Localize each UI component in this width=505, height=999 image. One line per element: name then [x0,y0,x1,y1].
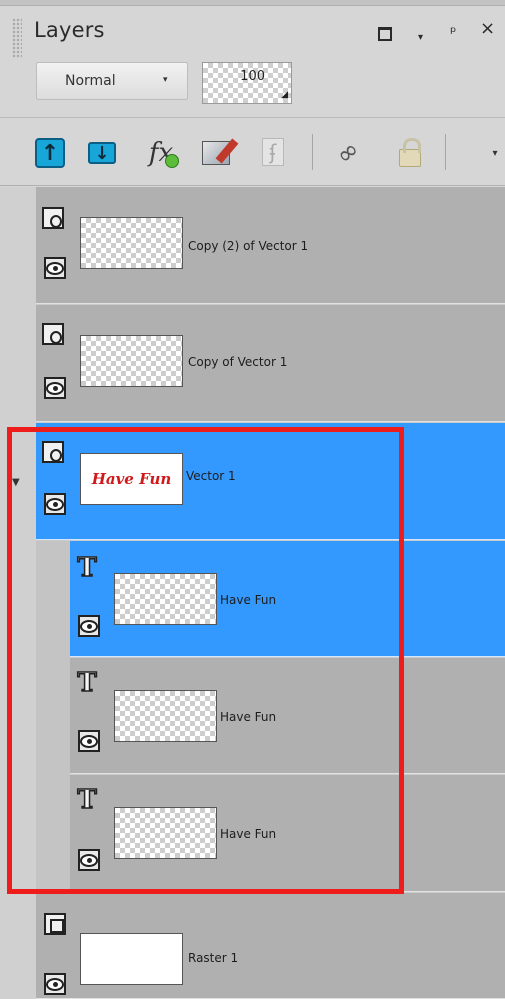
divider [445,134,446,170]
opacity-value: 100 [240,69,265,84]
layer-row[interactable]: T Have Fun [70,775,505,892]
blend-mode-value: Normal [65,73,116,89]
vector-layer-icon [42,441,64,463]
expand-arrow-icon[interactable]: ▼ [12,477,20,488]
group-indent-gutter [36,541,70,892]
lock-icon[interactable] [395,138,425,168]
layer-list-gutter [0,187,36,999]
layer-thumbnail [114,690,217,742]
visibility-eye-icon[interactable] [78,849,100,871]
move-down-icon[interactable]: ↓ [87,138,117,168]
layer-thumbnail [80,335,183,387]
layer-name: Copy of Vector 1 [188,355,288,369]
thumbnail-text: Have Fun [91,470,172,488]
visibility-eye-icon[interactable] [44,493,66,515]
vector-layer-icon [42,207,64,229]
panel-grip-handle[interactable] [12,18,22,58]
restore-icon[interactable] [378,27,392,41]
opacity-field[interactable]: 100 ◢ [202,62,292,104]
edit-layer-icon[interactable] [201,138,231,168]
layer-name: Raster 1 [188,951,239,965]
layer-name: Have Fun [220,710,277,724]
visibility-eye-icon[interactable] [78,615,100,637]
layer-name: Have Fun [220,593,277,607]
text-layer-icon: T [77,784,98,816]
layer-list: Copy (2) of Vector 1 Copy of Vector 1 ▼ … [0,187,505,999]
visibility-eye-icon[interactable] [78,730,100,752]
mask-icon[interactable]: ʄ [262,138,284,166]
move-up-icon[interactable]: ↑ [35,138,65,168]
layer-row[interactable]: Raster 1 [36,893,505,999]
panel-title: Layers [34,18,105,42]
layer-name: Vector 1 [186,469,236,483]
layer-thumbnail [114,807,217,859]
layer-row-selected[interactable]: Have Fun Vector 1 [36,423,505,540]
blend-mode-dropdown[interactable]: Normal ▾ [36,62,188,100]
chevron-down-icon: ▾ [163,75,168,85]
layer-row[interactable]: T Have Fun [70,658,505,774]
layer-name: Have Fun [220,827,277,841]
visibility-eye-icon[interactable] [44,973,66,995]
text-layer-icon: T [77,667,98,699]
layer-thumbnail: Have Fun [80,453,183,505]
more-dropdown-icon[interactable]: ▾ [480,138,505,168]
layer-row[interactable]: Copy (2) of Vector 1 [36,187,505,304]
visibility-eye-icon[interactable] [44,377,66,399]
visibility-eye-icon[interactable] [44,257,66,279]
text-layer-icon: T [77,552,98,584]
panel-menu-icon[interactable]: ▾ [418,28,423,48]
vector-layer-icon [42,323,64,345]
panel-top-border [0,0,505,6]
layer-thumbnail [80,933,183,985]
layer-thumbnail [114,573,217,625]
layer-effects-icon[interactable]: fx [143,138,179,168]
pin-icon[interactable]: ᵖ [450,22,456,42]
close-icon[interactable]: × [480,19,495,39]
link-icon[interactable]: ∞ [327,132,369,174]
layers-toolbar: ↑ ↓ fx ʄ ∞ ▾ [0,118,505,186]
layer-name: Copy (2) of Vector 1 [188,239,309,253]
resize-handle-icon[interactable]: ◢ [281,90,288,100]
layer-thumbnail [80,217,183,269]
layer-row[interactable]: Copy of Vector 1 [36,305,505,422]
divider [312,134,313,170]
layer-row-selected[interactable]: T Have Fun [70,541,505,657]
raster-layer-icon [44,913,66,935]
